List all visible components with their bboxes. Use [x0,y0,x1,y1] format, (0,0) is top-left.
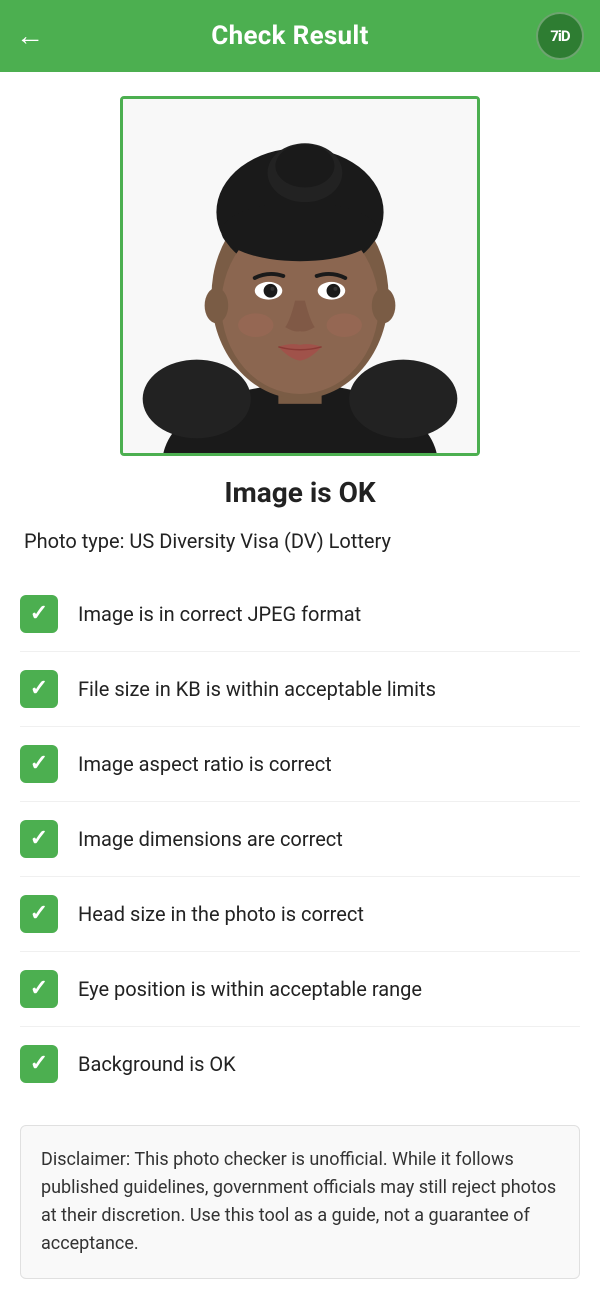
photo-type: Photo type: US Diversity Visa (DV) Lotte… [20,529,580,553]
check-item: Image is in correct JPEG format [20,577,580,652]
check-icon [20,1045,58,1083]
check-item: Eye position is within acceptable range [20,952,580,1027]
check-icon [20,595,58,633]
check-label: Image aspect ratio is correct [78,752,332,776]
check-label: Background is OK [78,1052,236,1076]
page-title: Check Result [211,21,368,51]
main-content: Image is OK Photo type: US Diversity Vis… [0,72,600,1303]
check-item: Head size in the photo is correct [20,877,580,952]
check-label: File size in KB is within acceptable lim… [78,677,436,701]
check-item: Image dimensions are correct [20,802,580,877]
check-label: Image dimensions are correct [78,827,343,851]
check-icon [20,820,58,858]
check-list: Image is in correct JPEG format File size… [20,577,580,1101]
portrait-image [123,99,477,453]
check-icon [20,670,58,708]
check-icon [20,970,58,1008]
photo-wrapper [20,96,580,456]
app-logo: 7iD [536,12,584,60]
check-item: Image aspect ratio is correct [20,727,580,802]
check-label: Head size in the photo is correct [78,902,364,926]
header: ← Check Result 7iD [0,0,600,72]
photo-frame [120,96,480,456]
check-icon [20,895,58,933]
back-button[interactable]: ← [16,22,44,50]
disclaimer-text: Disclaimer: This photo checker is unoffi… [41,1146,559,1258]
disclaimer-box: Disclaimer: This photo checker is unoffi… [20,1125,580,1279]
check-item: File size in KB is within acceptable lim… [20,652,580,727]
status-text: Image is OK [20,476,580,509]
check-icon [20,745,58,783]
check-label: Eye position is within acceptable range [78,977,422,1001]
check-label: Image is in correct JPEG format [78,602,361,626]
check-item: Background is OK [20,1027,580,1101]
